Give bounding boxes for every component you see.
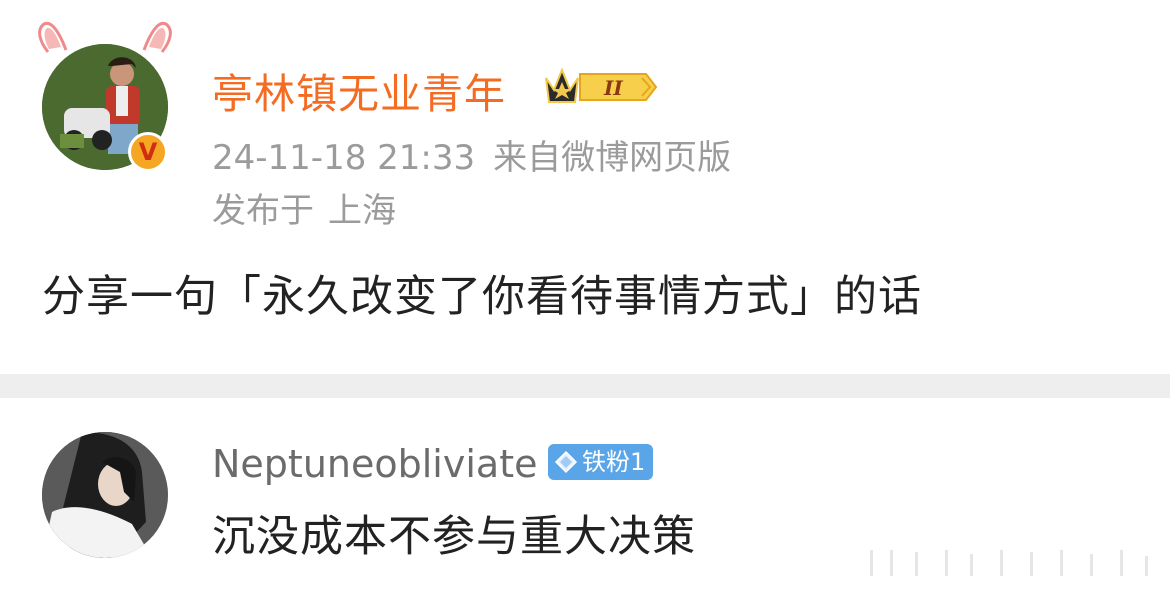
post-source[interactable]: 来自微博网页版 — [493, 138, 731, 178]
section-divider — [0, 374, 1170, 398]
post-meta: 24-11-18 21:33 来自微博网页版 — [212, 130, 731, 179]
watermark-decoration — [870, 550, 1148, 576]
verified-badge: V — [128, 132, 168, 172]
commenter-username[interactable]: Neptuneobliviate — [212, 442, 537, 486]
location-prefix: 发布于 — [212, 191, 314, 231]
post-card: V 亭林镇无业青年 II 24-11-18 21:33 来自微博网页版 发布于 上海… — [0, 0, 1170, 374]
poster-username[interactable]: 亭林镇无业青年 — [212, 60, 506, 120]
comment-text: 沉没成本不参与重大决策 — [212, 512, 696, 562]
diamond-icon — [554, 450, 578, 474]
poster-avatar[interactable]: V — [38, 21, 172, 172]
post-content: 分享一句「永久改变了你看待事情方式」的话 — [42, 272, 922, 322]
post-location: 发布于 上海 — [212, 183, 396, 232]
commenter-avatar[interactable] — [42, 432, 168, 558]
level-text: II — [603, 76, 623, 100]
fan-badge-label: 铁粉1 — [582, 448, 646, 476]
membership-crown-badge[interactable]: II — [542, 64, 660, 110]
fan-level-badge[interactable]: 铁粉1 — [548, 444, 654, 480]
location-name: 上海 — [328, 191, 396, 231]
post-timestamp: 24-11-18 21:33 — [212, 138, 476, 178]
